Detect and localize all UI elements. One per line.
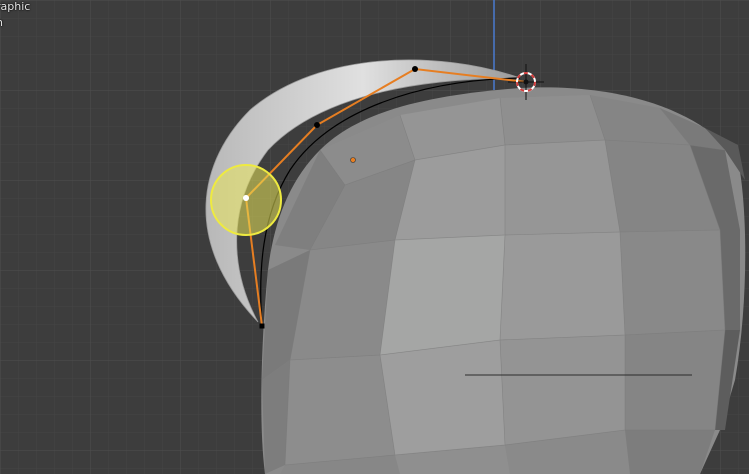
control-point-selected [243,195,249,201]
head-mesh[interactable] [261,87,746,474]
origin-point[interactable] [350,157,356,163]
control-point[interactable] [412,66,418,72]
viewport-view-mode-text: raphic [0,0,31,13]
viewport-scene[interactable] [0,0,749,474]
viewport-collection-text: h [0,16,3,30]
control-point[interactable] [314,122,320,128]
3d-viewport[interactable]: raphic h [0,0,749,474]
control-point[interactable] [259,323,265,329]
